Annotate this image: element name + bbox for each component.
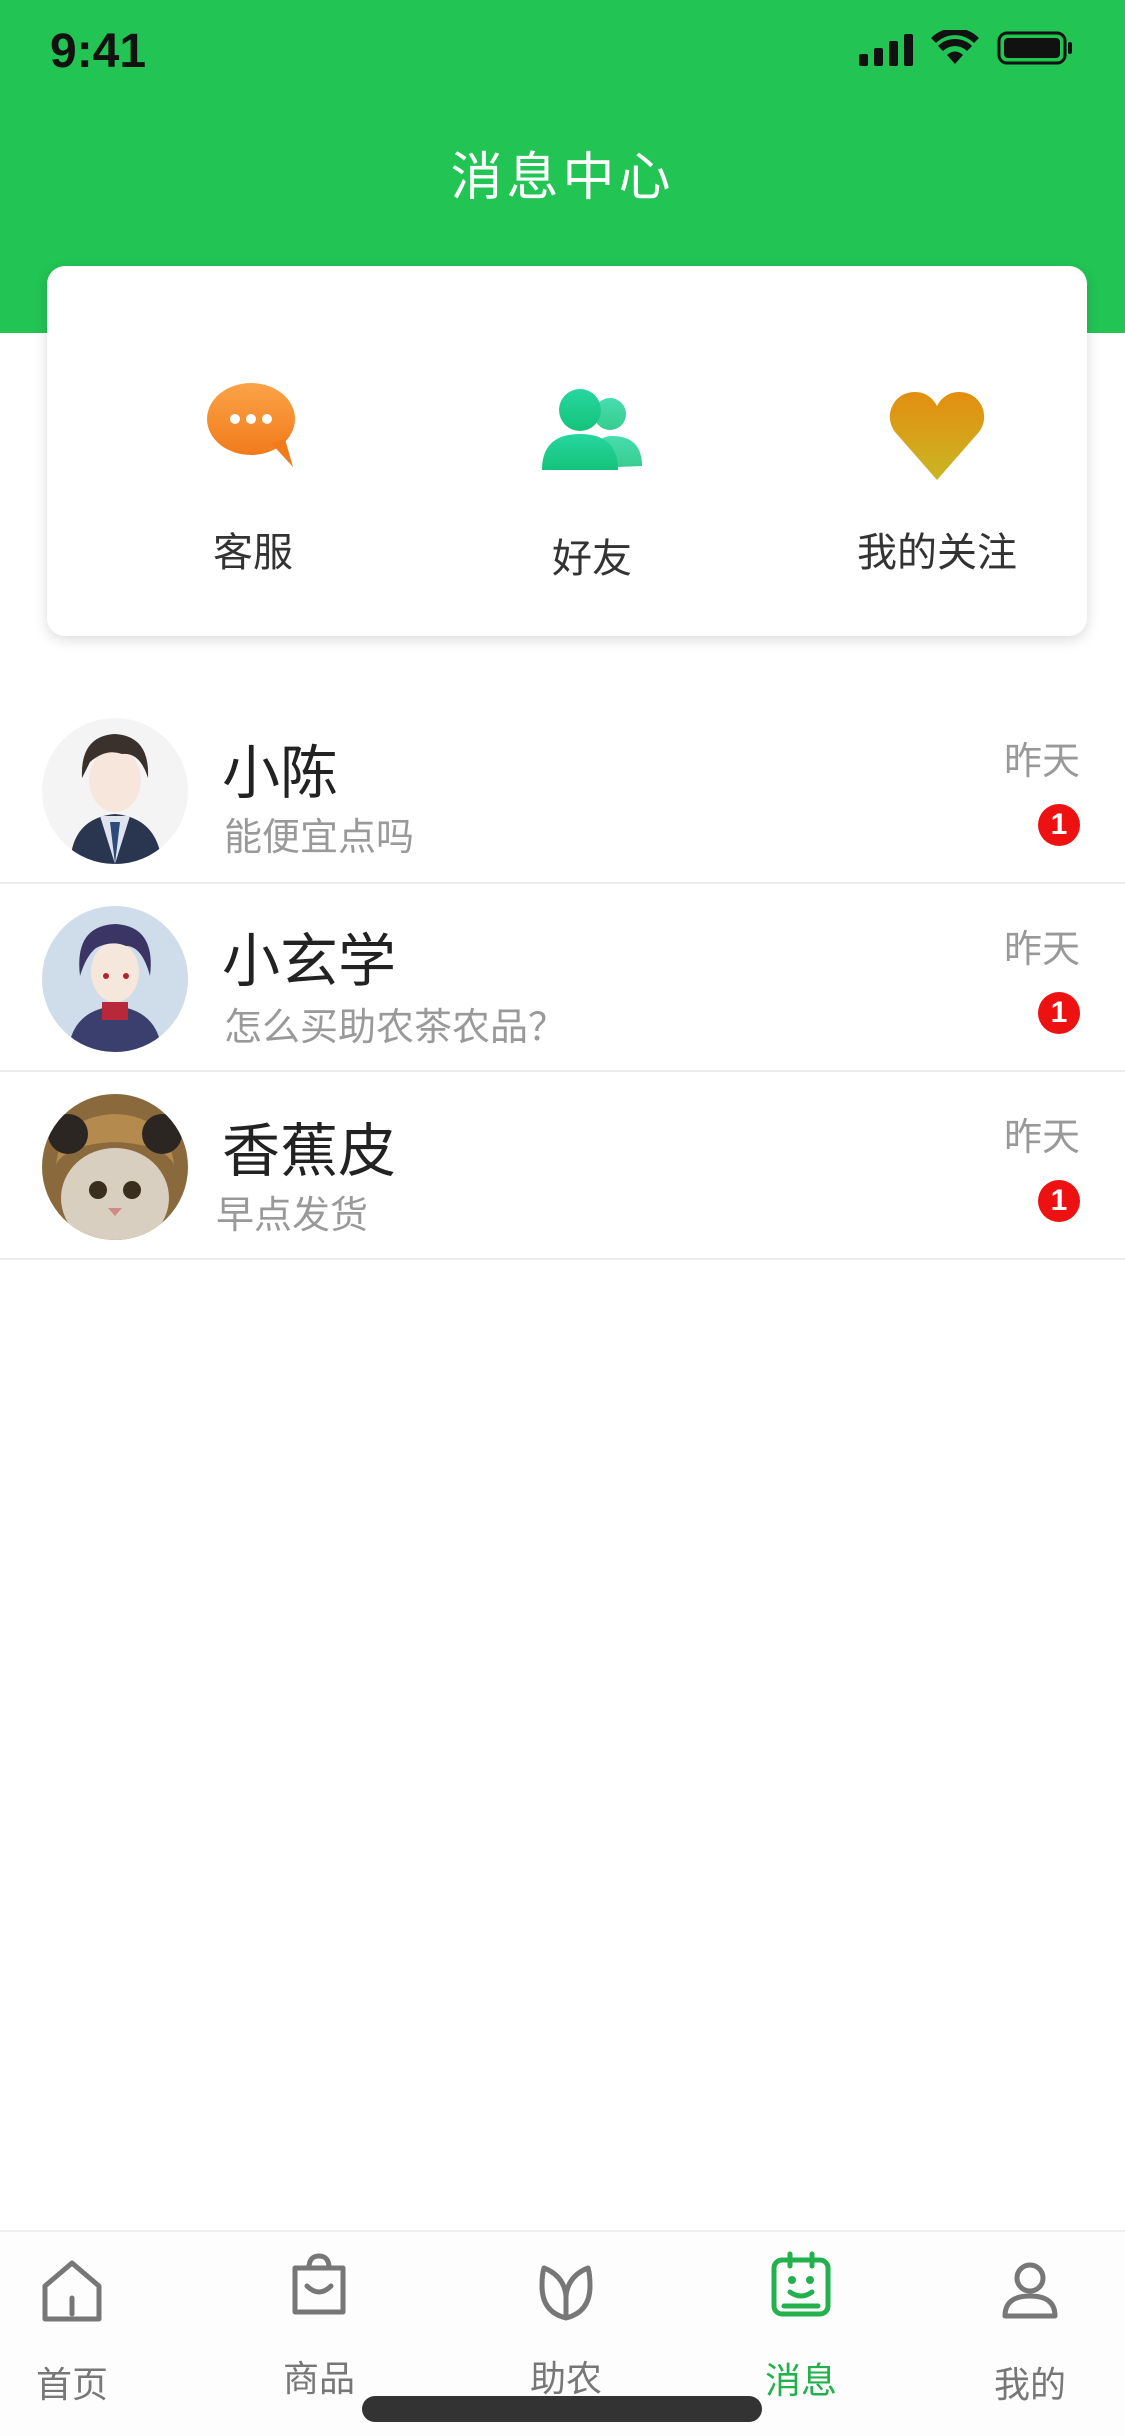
quick-action-friends[interactable]: 好友 — [442, 266, 742, 636]
message-preview: 怎么买助农茶农品？ — [224, 1005, 567, 1049]
message-time: 昨天 — [1003, 739, 1080, 783]
wifi-icon — [931, 30, 979, 64]
quick-actions-card: 客服 好友 我的关注 — [47, 266, 1087, 636]
contact-name: 小陈 — [222, 739, 339, 807]
leaf-icon — [539, 2265, 593, 2321]
shopping-bag-icon — [292, 2253, 346, 2315]
user-icon — [1002, 2262, 1058, 2319]
message-time: 昨天 — [1003, 1115, 1080, 1159]
tab-label: 助农 — [529, 2359, 602, 2400]
message-row[interactable]: 小陈 能便宜点吗 昨天 1 — [0, 696, 1125, 884]
message-icon — [771, 2251, 831, 2317]
heart-icon — [889, 392, 985, 480]
unread-badge: 1 — [1038, 992, 1080, 1034]
message-row[interactable]: 香蕉皮 早点发货 昨天 1 — [0, 1072, 1125, 1260]
friends-icon — [542, 389, 642, 470]
quick-action-following[interactable]: 我的关注 — [787, 266, 1087, 636]
avatar — [42, 718, 188, 864]
chat-bubble-icon — [207, 383, 295, 467]
status-icons — [859, 30, 1073, 66]
avatar — [42, 1094, 188, 1240]
message-center-screen: 9:41 消息中心 客服 好友 我的关注 小陈 能便宜点吗 昨天 1 小玄学 怎… — [0, 0, 1125, 2436]
tab-label: 商品 — [282, 2359, 355, 2400]
message-preview: 早点发货 — [216, 1193, 369, 1237]
tab-label: 首页 — [35, 2365, 108, 2406]
tab-profile[interactable]: 我的 — [930, 2232, 1125, 2432]
unread-badge: 1 — [1038, 804, 1080, 846]
message-preview: 能便宜点吗 — [224, 815, 415, 859]
message-time: 昨天 — [1003, 927, 1080, 971]
battery-icon — [997, 31, 1072, 65]
home-indicator[interactable] — [362, 2396, 762, 2422]
home-icon — [42, 2260, 102, 2322]
status-time: 9:41 — [50, 25, 147, 78]
avatar — [42, 906, 188, 1052]
contact-name: 小玄学 — [222, 927, 397, 995]
tab-label: 我的 — [993, 2365, 1066, 2406]
quick-action-label: 好友 — [552, 536, 632, 582]
quick-action-label: 客服 — [213, 530, 293, 576]
page-title: 消息中心 — [450, 148, 675, 208]
quick-action-customer-service[interactable]: 客服 — [103, 266, 403, 636]
quick-action-label: 我的关注 — [857, 530, 1017, 576]
contact-name: 香蕉皮 — [222, 1117, 397, 1185]
cellular-signal-icon — [859, 30, 913, 66]
message-row[interactable]: 小玄学 怎么买助农茶农品？ 昨天 1 — [0, 884, 1125, 1072]
unread-badge: 1 — [1038, 1180, 1080, 1222]
tab-home[interactable]: 首页 — [0, 2232, 172, 2432]
